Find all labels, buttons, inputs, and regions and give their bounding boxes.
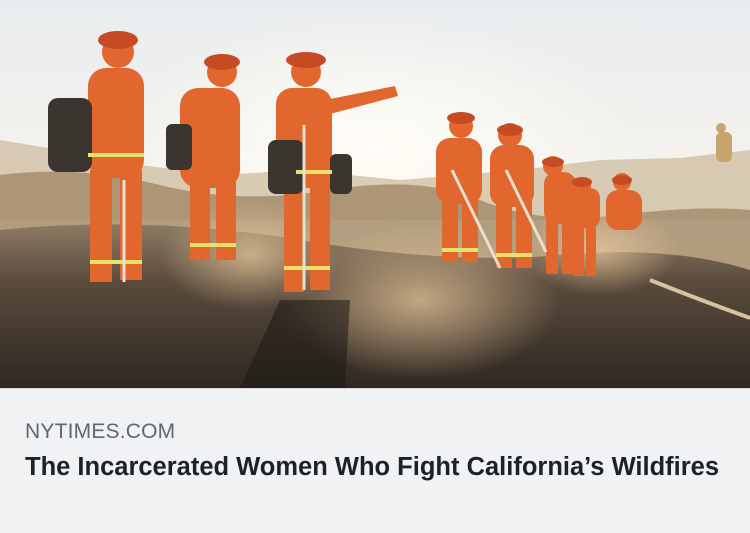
link-meta[interactable]: NYTIMES.COM The Incarcerated Women Who F… [0,389,750,533]
article-headline[interactable]: The Incarcerated Women Who Fight Califor… [25,451,725,483]
article-photo[interactable] [0,0,750,388]
source-domain: NYTIMES.COM [25,420,176,443]
link-preview-card[interactable]: NYTIMES.COM The Incarcerated Women Who F… [0,0,750,533]
